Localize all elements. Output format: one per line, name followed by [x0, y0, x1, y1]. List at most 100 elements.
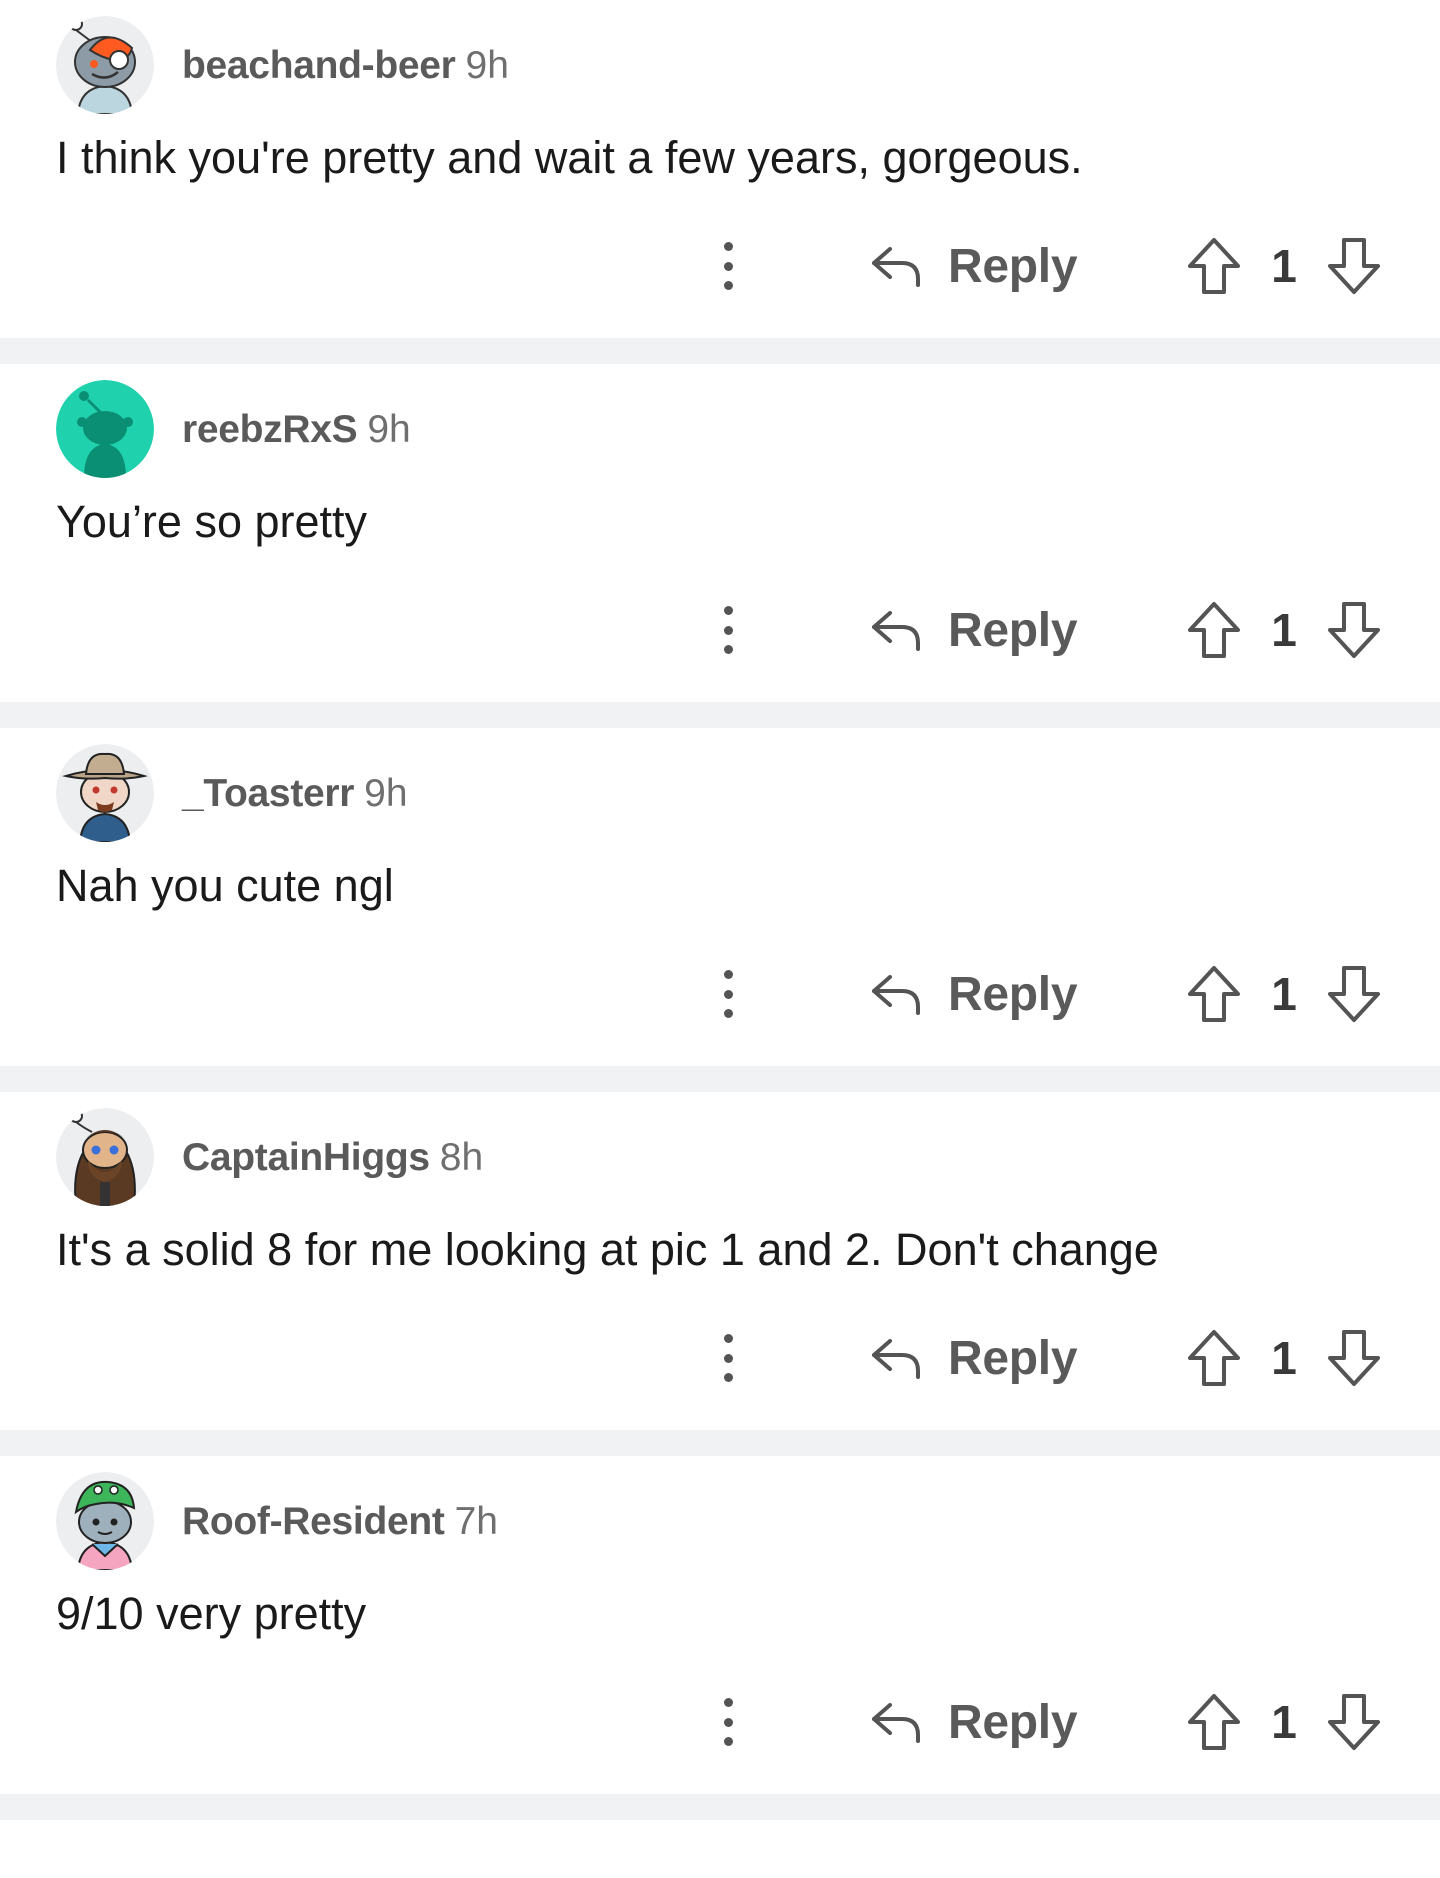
- comment-meta: _Toasterr 9h: [182, 770, 408, 818]
- snoo-gray-orange-hair-avatar-icon: [56, 16, 154, 114]
- username[interactable]: CaptainHiggs: [182, 1136, 430, 1179]
- comment: Roof-Resident7h 9/10 very pretty Reply: [0, 1456, 1440, 1820]
- reply-label: Reply: [948, 967, 1078, 1021]
- snoo-green-hat-avatar-icon: [56, 1472, 154, 1570]
- downvote-button[interactable]: [1326, 236, 1382, 296]
- reply-button[interactable]: Reply: [868, 960, 1078, 1028]
- upvote-button[interactable]: [1186, 1692, 1242, 1752]
- comment-body: I think you're pretty and wait a few yea…: [56, 132, 1083, 183]
- downvote-button[interactable]: [1326, 1328, 1382, 1388]
- reply-label: Reply: [948, 1331, 1078, 1385]
- reply-button[interactable]: Reply: [868, 232, 1078, 300]
- timestamp: 8h: [439, 1136, 484, 1179]
- comment-meta: reebzRxS 9h: [182, 406, 411, 454]
- reply-label: Reply: [948, 603, 1078, 657]
- reply-button[interactable]: Reply: [868, 1688, 1078, 1756]
- dot: [723, 1353, 733, 1363]
- vote-count: 1: [1271, 1696, 1297, 1748]
- comment-body: 9/10 very pretty: [56, 1588, 367, 1639]
- more-options-button[interactable]: [710, 238, 746, 294]
- comment-actions: Reply 1: [0, 596, 1440, 664]
- dot: [723, 281, 733, 290]
- reply-label: Reply: [948, 1695, 1078, 1749]
- dot: [723, 989, 733, 999]
- snoo-cowboy-hat-avatar-icon: [56, 744, 154, 842]
- timestamp: 9h: [364, 772, 408, 815]
- downvote-arrow-icon: [1328, 602, 1380, 658]
- comment-body: Nah you cute ngl: [56, 860, 394, 911]
- comment-body: You’re so pretty: [56, 496, 368, 547]
- comment: reebzRxS 9h You’re so pretty Reply 1: [0, 364, 1440, 728]
- user-avatar[interactable]: [56, 744, 154, 842]
- user-avatar[interactable]: [56, 380, 154, 478]
- comment: beachand-beer 9h I think you're pretty an…: [0, 0, 1440, 364]
- downvote-arrow-icon: [1328, 1694, 1380, 1750]
- user-avatar[interactable]: [56, 16, 154, 114]
- more-options-button[interactable]: [710, 1330, 746, 1386]
- downvote-arrow-icon: [1328, 1330, 1380, 1386]
- downvote-arrow-icon: [1328, 238, 1380, 294]
- username[interactable]: beachand-beer: [182, 44, 456, 87]
- snoo-bearded-avatar-icon: [56, 1108, 154, 1206]
- more-options-button[interactable]: [710, 602, 746, 658]
- reply-arrow-icon: [872, 1339, 920, 1379]
- reply-arrow-icon: [872, 975, 920, 1015]
- dot: [723, 1334, 733, 1343]
- comment-body: It's a solid 8 for me looking at pic 1 a…: [56, 1224, 1159, 1275]
- comment-feed: beachand-beer 9h I think you're pretty an…: [0, 0, 1440, 1820]
- dot: [723, 1698, 733, 1707]
- reply-arrow-icon: [872, 247, 920, 287]
- more-options-button[interactable]: [710, 1694, 746, 1750]
- reply-arrow-icon: [872, 1703, 920, 1743]
- upvote-arrow-icon: [1188, 602, 1240, 658]
- default-snoo-teal-avatar-icon: [56, 380, 154, 478]
- upvote-arrow-icon: [1188, 238, 1240, 294]
- downvote-button[interactable]: [1326, 600, 1382, 660]
- user-avatar[interactable]: [56, 1472, 154, 1570]
- username[interactable]: _Toasterr: [182, 772, 354, 815]
- reply-arrow-icon: [872, 611, 920, 651]
- upvote-button[interactable]: [1186, 1328, 1242, 1388]
- upvote-button[interactable]: [1186, 964, 1242, 1024]
- dot: [723, 625, 733, 635]
- dot: [723, 261, 733, 271]
- upvote-button[interactable]: [1186, 236, 1242, 296]
- comment: CaptainHiggs 8h It's a solid 8 for me loo…: [0, 1092, 1440, 1456]
- dot: [723, 645, 733, 654]
- dot: [723, 1009, 733, 1018]
- vote-count: 1: [1271, 968, 1297, 1020]
- dot: [723, 242, 733, 251]
- comment-actions: Reply 1: [0, 232, 1440, 300]
- timestamp: 9h: [367, 408, 411, 451]
- more-options-button[interactable]: [710, 966, 746, 1022]
- vote-count: 1: [1271, 1332, 1297, 1384]
- upvote-arrow-icon: [1188, 1330, 1240, 1386]
- username[interactable]: Roof-Resident: [182, 1500, 445, 1543]
- dot: [723, 606, 733, 615]
- comment-actions: Reply 1: [0, 1324, 1440, 1392]
- downvote-arrow-icon: [1328, 966, 1380, 1022]
- upvote-arrow-icon: [1188, 1694, 1240, 1750]
- dot: [723, 1737, 733, 1746]
- dot: [723, 970, 733, 979]
- vote-count: 1: [1271, 604, 1297, 656]
- reply-button[interactable]: Reply: [868, 596, 1078, 664]
- downvote-button[interactable]: [1326, 1692, 1382, 1752]
- comment-actions: Reply 1: [0, 1688, 1440, 1756]
- comment-meta: CaptainHiggs 8h: [182, 1134, 483, 1182]
- comment-meta: beachand-beer 9h: [182, 42, 509, 90]
- timestamp: 9h: [465, 44, 509, 87]
- dot: [723, 1373, 733, 1382]
- vote-count: 1: [1271, 240, 1297, 292]
- reply-button[interactable]: Reply: [868, 1324, 1078, 1392]
- dot: [723, 1717, 733, 1727]
- timestamp: 7h: [454, 1500, 498, 1543]
- comment: _Toasterr 9h Nah you cute ngl Reply 1: [0, 728, 1440, 1092]
- user-avatar[interactable]: [56, 1108, 154, 1206]
- username[interactable]: reebzRxS: [182, 408, 358, 451]
- downvote-button[interactable]: [1326, 964, 1382, 1024]
- upvote-button[interactable]: [1186, 600, 1242, 660]
- reply-label: Reply: [948, 239, 1078, 293]
- upvote-arrow-icon: [1188, 966, 1240, 1022]
- comment-actions: Reply 1: [0, 960, 1440, 1028]
